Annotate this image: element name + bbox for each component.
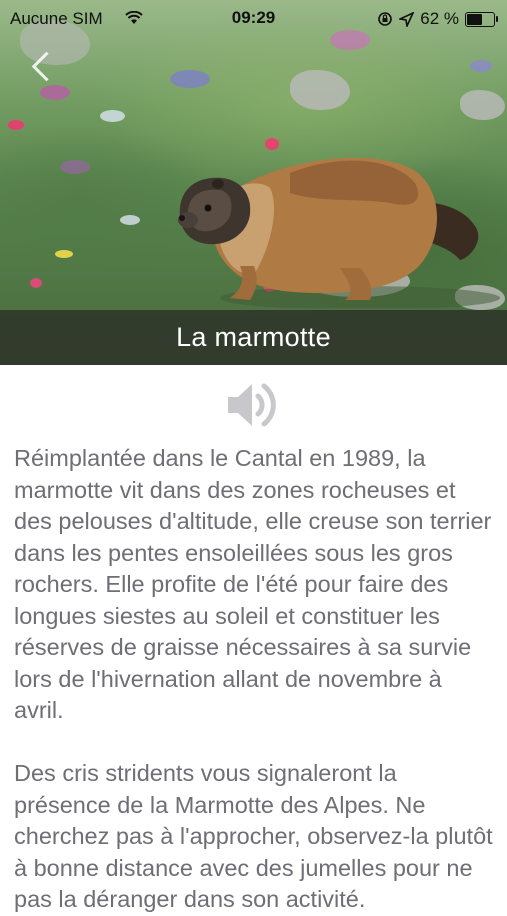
article-text: Réimplantée dans le Cantal en 1989, la m… [14,443,494,916]
title-bar: La marmotte [0,310,507,365]
location-arrow-icon [399,11,415,27]
hero-photo: Aucune SIM 09:29 62 % La marmotte [0,0,507,365]
rotation-lock-icon [378,12,393,26]
speaker-icon[interactable] [226,380,286,430]
marmot-illustration [178,157,500,308]
page-title: La marmotte [176,322,331,352]
article-paragraph: Des cris stridents vous signaleront la p… [14,760,493,912]
article-paragraph: Réimplantée dans le Cantal en 1989, la m… [14,445,492,723]
battery-percent: 62 % [420,9,459,28]
status-bar: Aucune SIM 09:29 62 % [0,0,507,36]
battery-icon [465,11,498,27]
